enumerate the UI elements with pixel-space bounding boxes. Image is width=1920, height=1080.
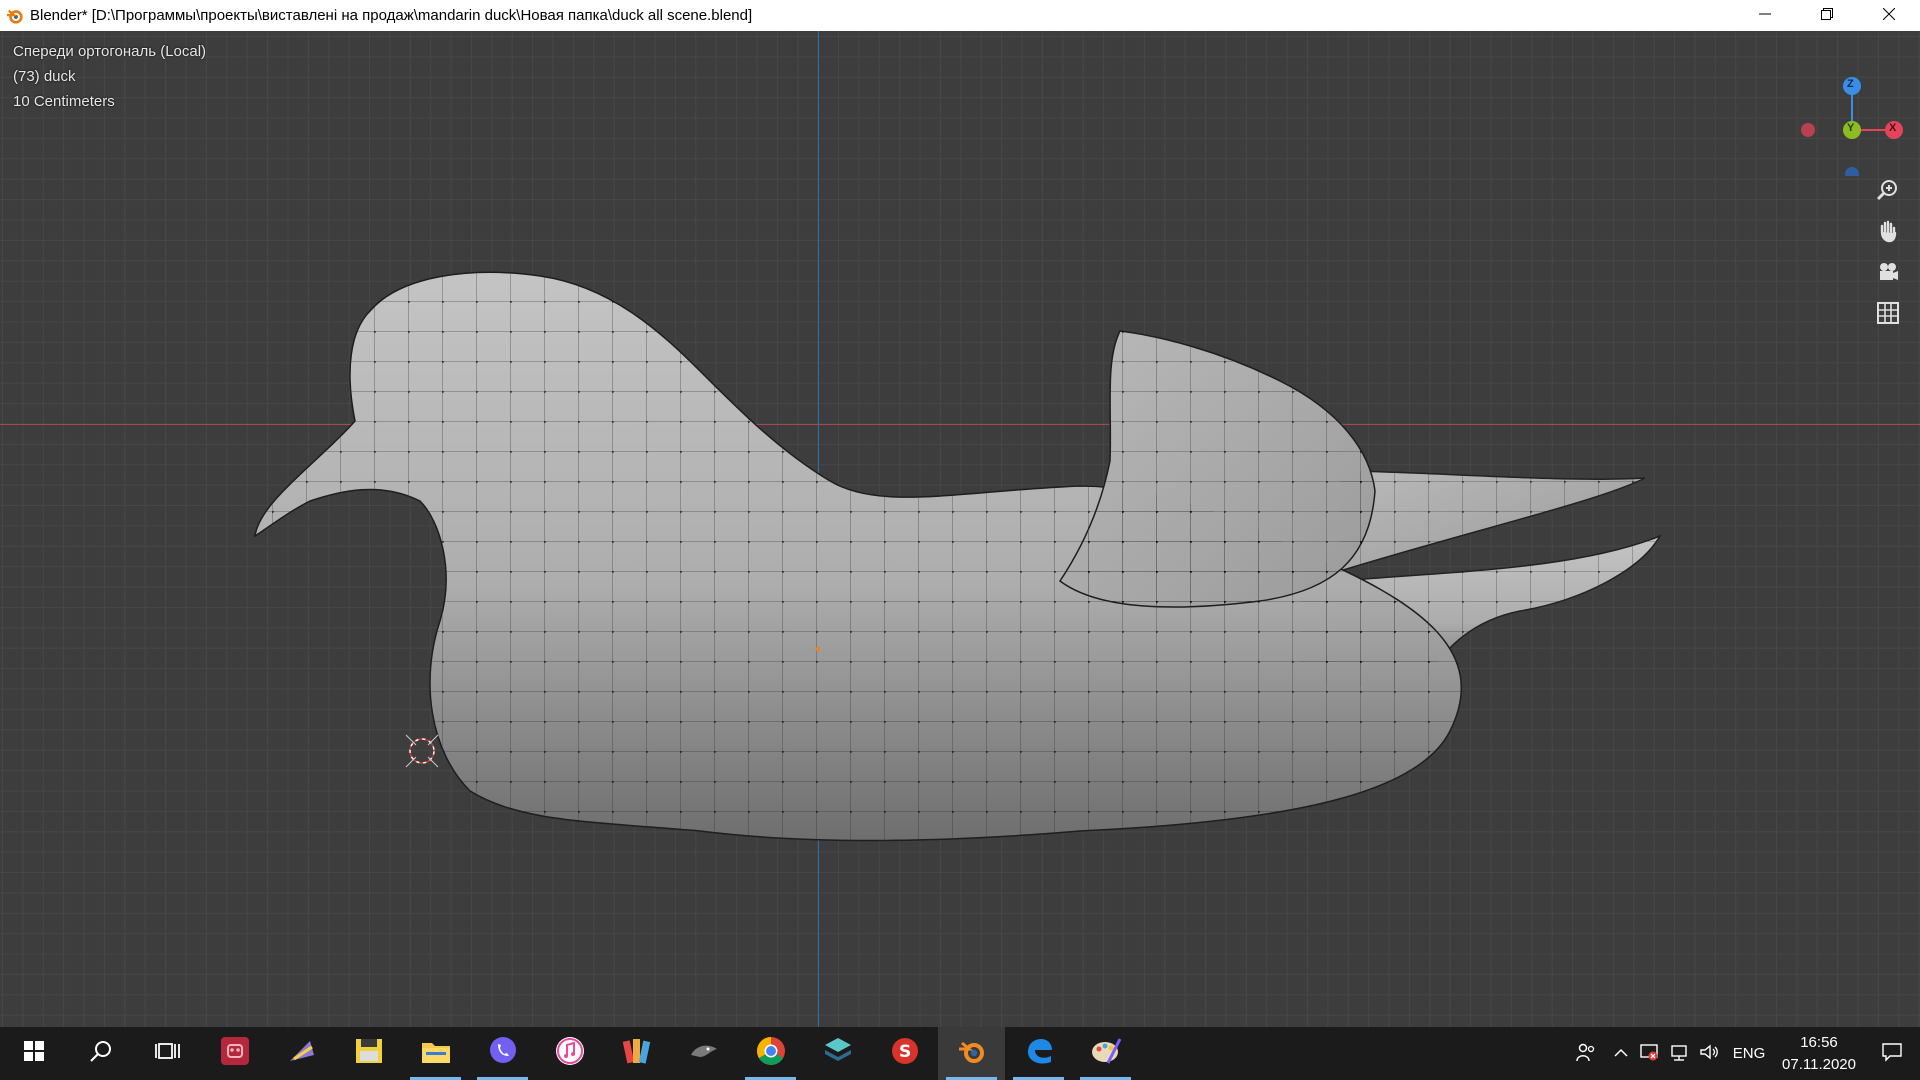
app-total-commander[interactable] (335, 1027, 402, 1080)
windows-taskbar: S ENG 16:56 07.11.2020 (0, 1027, 1920, 1080)
object-origin (815, 646, 821, 652)
folder-icon (420, 1037, 452, 1070)
task-view-icon (154, 1040, 181, 1067)
close-icon (1882, 7, 1896, 25)
clock-date: 07.11.2020 (1782, 1055, 1856, 1073)
people-button[interactable] (1564, 1027, 1608, 1080)
windows-icon (23, 1041, 44, 1066)
hand-pan-icon (1876, 219, 1900, 248)
action-center-button[interactable] (1864, 1027, 1920, 1080)
zoom-icon (1876, 178, 1900, 207)
app-edge[interactable] (1005, 1027, 1072, 1080)
network-icon (1669, 1042, 1689, 1066)
floppy-app-icon (353, 1035, 385, 1072)
window-titlebar: Blender* [D:\Программы\проекты\виставлен… (0, 0, 1920, 31)
robot-app-icon (219, 1035, 251, 1072)
3d-viewport[interactable]: Спереди ортогональ (Local) (73) duck 10 … (0, 31, 1920, 1027)
camera-view-button[interactable] (1869, 255, 1907, 293)
search-icon (89, 1039, 113, 1068)
layers-icon (822, 1035, 854, 1072)
chrome-icon (755, 1035, 787, 1072)
restore-icon (1821, 7, 1833, 25)
app-viber[interactable] (469, 1027, 536, 1080)
substance-icon: S (889, 1035, 921, 1072)
palette-icon (1090, 1035, 1122, 1072)
zoom-button[interactable] (1869, 173, 1907, 211)
clock-time: 16:56 (1800, 1033, 1838, 1051)
svg-text:S: S (899, 1042, 911, 1062)
window-title: Blender* [D:\Программы\проекты\виставлен… (30, 7, 753, 24)
shield-alert-icon (1639, 1042, 1659, 1066)
app-layers[interactable] (804, 1027, 871, 1080)
minimize-button[interactable] (1734, 0, 1796, 31)
tray-overflow-button[interactable] (1608, 1027, 1634, 1080)
chevron-up-icon (1614, 1045, 1628, 1062)
start-button[interactable] (0, 1027, 67, 1080)
edge-icon (1023, 1035, 1055, 1072)
app-file-explorer[interactable] (402, 1027, 469, 1080)
app-itunes[interactable] (536, 1027, 603, 1080)
people-icon (1575, 1041, 1597, 1067)
blender-icon (4, 5, 26, 27)
app-blender[interactable] (938, 1027, 1005, 1080)
ortho-toggle-button[interactable] (1869, 296, 1907, 334)
app-color-cards[interactable] (603, 1027, 670, 1080)
network-tray-button[interactable] (1664, 1027, 1694, 1080)
app-paint-palette[interactable] (1072, 1027, 1139, 1080)
system-tray: ENG 16:56 07.11.2020 (1564, 1027, 1920, 1080)
3d-cursor-icon[interactable] (402, 731, 442, 771)
restore-button[interactable] (1796, 0, 1858, 31)
color-cards-icon (621, 1035, 653, 1072)
minimize-icon (1759, 7, 1771, 25)
camera-icon (1876, 260, 1900, 289)
music-icon (554, 1035, 586, 1072)
volume-tray-button[interactable] (1694, 1027, 1724, 1080)
gizmo-z-label: Z (1847, 78, 1854, 90)
pan-button[interactable] (1869, 214, 1907, 252)
search-button[interactable] (67, 1027, 134, 1080)
app-chrome[interactable] (737, 1027, 804, 1080)
task-view-button[interactable] (134, 1027, 201, 1080)
clock[interactable]: 16:56 07.11.2020 (1774, 1032, 1864, 1076)
navigation-gizmo[interactable]: Z X Y (1795, 46, 1905, 181)
app-dark-creature[interactable] (670, 1027, 737, 1080)
app-substance[interactable]: S (871, 1027, 938, 1080)
creature-app-icon (688, 1035, 720, 1072)
blender-icon (956, 1035, 988, 1072)
close-button[interactable] (1858, 0, 1920, 31)
grid-icon (1876, 301, 1900, 330)
viber-icon (487, 1035, 519, 1072)
language-indicator[interactable]: ENG (1724, 1045, 1774, 1062)
app-paint-purple[interactable] (268, 1027, 335, 1080)
defender-tray-button[interactable] (1634, 1027, 1664, 1080)
app-red-robot[interactable] (201, 1027, 268, 1080)
notification-icon (1881, 1041, 1903, 1067)
paint-app-icon (286, 1035, 318, 1072)
speaker-icon (1699, 1042, 1719, 1066)
gizmo-x-label: X (1889, 122, 1897, 134)
duck-mesh[interactable] (0, 31, 1920, 1027)
gizmo-y-label: Y (1847, 122, 1855, 134)
